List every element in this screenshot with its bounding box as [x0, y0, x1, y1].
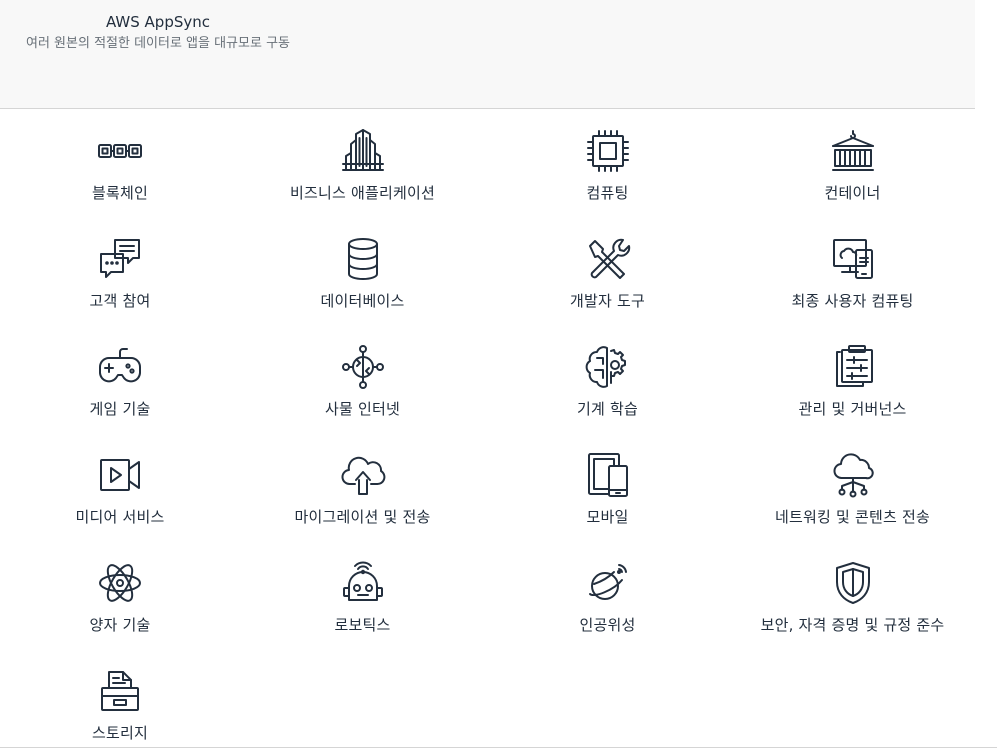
category-label: 컨테이너: [824, 184, 881, 202]
category-customer-engagement[interactable]: 고객 참여: [0, 218, 240, 326]
robot-icon: [340, 560, 386, 606]
category-management-governance[interactable]: 관리 및 거버넌스: [730, 326, 975, 434]
tablet-phone-icon: [585, 452, 631, 498]
category-label: 네트워킹 및 콘텐츠 전송: [775, 508, 930, 526]
chip-icon: [585, 128, 631, 174]
category-label: 사물 인터넷: [325, 400, 400, 418]
category-label: 최종 사용자 컴퓨팅: [791, 292, 914, 310]
cloud-upload-icon: [340, 452, 386, 498]
category-label: 관리 및 거버넌스: [798, 400, 907, 418]
chat-bubbles-icon: [97, 236, 143, 282]
category-media-services[interactable]: 미디어 서비스: [0, 434, 240, 542]
shield-icon: [830, 560, 876, 606]
clipboard-sliders-icon: [830, 344, 876, 390]
category-label: 데이터베이스: [320, 292, 405, 310]
category-game-tech[interactable]: 게임 기술: [0, 326, 240, 434]
desktop-cloud-icon: [830, 236, 876, 282]
category-label: 보안, 자격 증명 및 규정 준수: [760, 616, 945, 634]
category-label: 마이그레이션 및 전송: [294, 508, 431, 526]
category-label: 미디어 서비스: [75, 508, 165, 526]
category-label: 스토리지: [91, 724, 148, 742]
category-label: 인공위성: [579, 616, 636, 634]
category-satellite[interactable]: 인공위성: [485, 542, 730, 650]
atom-icon: [97, 560, 143, 606]
database-icon: [340, 236, 386, 282]
category-database[interactable]: 데이터베이스: [240, 218, 485, 326]
tools-icon: [585, 236, 631, 282]
category-label: 비즈니스 애플리케이션: [290, 184, 435, 202]
container-icon: [830, 128, 876, 174]
cloud-network-icon: [830, 452, 876, 498]
brain-gear-icon: [585, 344, 631, 390]
category-mobile[interactable]: 모바일: [485, 434, 730, 542]
category-containers[interactable]: 컨테이너: [730, 110, 975, 218]
category-label: 컴퓨팅: [586, 184, 629, 202]
featured-product-appsync[interactable]: AWS AppSync 여러 원본의 적절한 데이터로 앱을 대규모로 구동: [8, 12, 308, 53]
category-developer-tools[interactable]: 개발자 도구: [485, 218, 730, 326]
category-label: 양자 기술: [89, 616, 151, 634]
category-business-applications[interactable]: 비즈니스 애플리케이션: [240, 110, 485, 218]
category-label: 기계 학습: [577, 400, 638, 418]
bottom-divider: [0, 747, 997, 748]
category-robotics[interactable]: 로보틱스: [240, 542, 485, 650]
category-label: 고객 참여: [89, 292, 151, 310]
category-storage[interactable]: 스토리지: [0, 650, 240, 749]
buildings-icon: [340, 128, 386, 174]
iot-icon: [340, 344, 386, 390]
category-security-identity-compliance[interactable]: 보안, 자격 증명 및 규정 준수: [730, 542, 975, 650]
category-label: 로보틱스: [334, 616, 391, 634]
category-end-user-computing[interactable]: 최종 사용자 컴퓨팅: [730, 218, 975, 326]
category-label: 개발자 도구: [570, 292, 645, 310]
category-label: 모바일: [586, 508, 629, 526]
category-grid: 블록체인 비즈니스 애플리케이션 컴퓨팅 컨테이너 고객 참여 데이터베이스 개…: [0, 110, 975, 749]
category-machine-learning[interactable]: 기계 학습: [485, 326, 730, 434]
category-label: 게임 기술: [89, 400, 151, 418]
featured-product-description: 여러 원본의 적절한 데이터로 앱을 대규모로 구동: [26, 36, 290, 51]
featured-product-panel: AWS AppSync 여러 원본의 적절한 데이터로 앱을 대규모로 구동: [0, 0, 975, 109]
storage-file-icon: [97, 668, 143, 714]
satellite-planet-icon: [585, 560, 631, 606]
category-iot[interactable]: 사물 인터넷: [240, 326, 485, 434]
category-networking-content-delivery[interactable]: 네트워킹 및 콘텐츠 전송: [730, 434, 975, 542]
category-label: 블록체인: [91, 184, 148, 202]
product-categories-page: AWS AppSync 여러 원본의 적절한 데이터로 앱을 대규모로 구동 블…: [0, 0, 997, 749]
blockchain-icon: [97, 128, 143, 174]
category-quantum-technologies[interactable]: 양자 기술: [0, 542, 240, 650]
featured-product-title: AWS AppSync: [105, 13, 211, 31]
video-camera-icon: [97, 452, 143, 498]
category-migration-transfer[interactable]: 마이그레이션 및 전송: [240, 434, 485, 542]
category-compute[interactable]: 컴퓨팅: [485, 110, 730, 218]
gamepad-icon: [97, 344, 143, 390]
category-blockchain[interactable]: 블록체인: [0, 110, 240, 218]
